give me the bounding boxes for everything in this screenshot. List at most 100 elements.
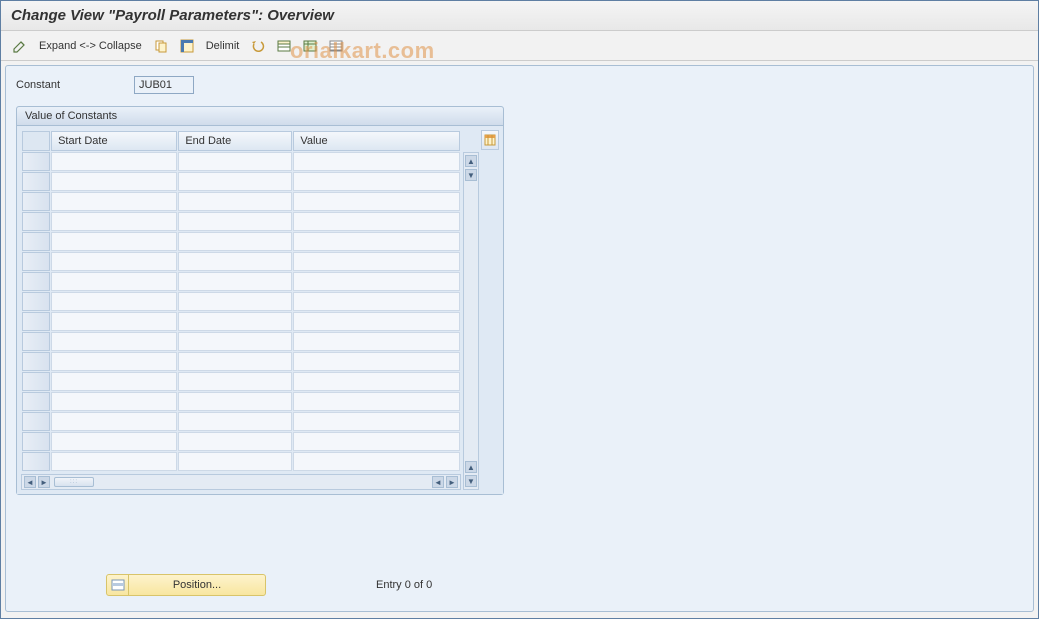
table-row bbox=[22, 272, 460, 291]
scroll-thumb[interactable]: ::: bbox=[54, 477, 94, 487]
table-row bbox=[22, 412, 460, 431]
toggle-button[interactable] bbox=[9, 36, 31, 56]
cell[interactable] bbox=[51, 352, 177, 371]
cell[interactable] bbox=[293, 292, 460, 311]
cell[interactable] bbox=[178, 232, 292, 251]
scroll-up-inner-icon[interactable]: ▲ bbox=[465, 461, 477, 473]
cell[interactable] bbox=[51, 452, 177, 471]
row-selector[interactable] bbox=[22, 392, 50, 411]
scroll-down-inner-icon[interactable]: ▼ bbox=[465, 169, 477, 181]
cell[interactable] bbox=[293, 392, 460, 411]
row-selector[interactable] bbox=[22, 292, 50, 311]
cell[interactable] bbox=[51, 332, 177, 351]
table-row bbox=[22, 392, 460, 411]
table-row bbox=[22, 452, 460, 471]
cell[interactable] bbox=[51, 272, 177, 291]
row-selector[interactable] bbox=[22, 332, 50, 351]
cell[interactable] bbox=[51, 252, 177, 271]
constants-table: Start Date End Date Value bbox=[21, 130, 461, 472]
cell[interactable] bbox=[51, 392, 177, 411]
table-view2-button[interactable] bbox=[299, 36, 321, 56]
page-title: Change View "Payroll Parameters": Overvi… bbox=[1, 1, 1038, 31]
table-view3-button[interactable] bbox=[325, 36, 347, 56]
scroll-right-inner-icon[interactable]: ► bbox=[38, 476, 50, 488]
table-row bbox=[22, 432, 460, 451]
cell[interactable] bbox=[51, 412, 177, 431]
cell[interactable] bbox=[293, 152, 460, 171]
cell[interactable] bbox=[293, 372, 460, 391]
cell[interactable] bbox=[293, 192, 460, 211]
row-selector[interactable] bbox=[22, 252, 50, 271]
cell[interactable] bbox=[51, 152, 177, 171]
cell[interactable] bbox=[51, 292, 177, 311]
table-view1-button[interactable] bbox=[273, 36, 295, 56]
col-end-date[interactable]: End Date bbox=[178, 131, 292, 151]
cell[interactable] bbox=[178, 312, 292, 331]
cell[interactable] bbox=[293, 352, 460, 371]
cell[interactable] bbox=[178, 152, 292, 171]
cell[interactable] bbox=[293, 252, 460, 271]
horizontal-scrollbar[interactable]: ◄ ► ::: ◄ ► bbox=[21, 474, 461, 490]
col-start-date[interactable]: Start Date bbox=[51, 131, 177, 151]
cell[interactable] bbox=[178, 212, 292, 231]
constant-input[interactable] bbox=[134, 76, 194, 94]
undo-button[interactable] bbox=[247, 36, 269, 56]
constant-label: Constant bbox=[16, 79, 126, 91]
row-selector[interactable] bbox=[22, 412, 50, 431]
row-selector[interactable] bbox=[22, 192, 50, 211]
scroll-up-icon[interactable]: ▲ bbox=[465, 155, 477, 167]
cell[interactable] bbox=[178, 352, 292, 371]
position-button[interactable]: Position... bbox=[106, 574, 266, 596]
cell[interactable] bbox=[293, 452, 460, 471]
scroll-left-inner-icon[interactable]: ◄ bbox=[432, 476, 444, 488]
cell[interactable] bbox=[51, 212, 177, 231]
copy-icon bbox=[153, 38, 169, 54]
cell[interactable] bbox=[293, 232, 460, 251]
cell[interactable] bbox=[51, 232, 177, 251]
cell[interactable] bbox=[51, 192, 177, 211]
cell[interactable] bbox=[293, 412, 460, 431]
cell[interactable] bbox=[293, 272, 460, 291]
cell[interactable] bbox=[293, 332, 460, 351]
select-all-button[interactable] bbox=[176, 36, 198, 56]
table-corner[interactable] bbox=[22, 131, 50, 151]
scroll-right-icon[interactable]: ► bbox=[446, 476, 458, 488]
row-selector[interactable] bbox=[22, 452, 50, 471]
main-content: Constant Value of Constants bbox=[5, 65, 1034, 612]
cell[interactable] bbox=[293, 432, 460, 451]
cell[interactable] bbox=[178, 392, 292, 411]
cell[interactable] bbox=[178, 172, 292, 191]
cell[interactable] bbox=[178, 292, 292, 311]
row-selector[interactable] bbox=[22, 212, 50, 231]
cell[interactable] bbox=[178, 452, 292, 471]
vertical-scrollbar[interactable]: ▲ ▼ ▲ ▼ bbox=[463, 152, 479, 490]
row-selector[interactable] bbox=[22, 432, 50, 451]
cell[interactable] bbox=[178, 432, 292, 451]
row-selector[interactable] bbox=[22, 352, 50, 371]
cell[interactable] bbox=[178, 252, 292, 271]
cell[interactable] bbox=[178, 372, 292, 391]
cell[interactable] bbox=[51, 312, 177, 331]
row-selector[interactable] bbox=[22, 372, 50, 391]
row-selector[interactable] bbox=[22, 272, 50, 291]
scroll-left-icon[interactable]: ◄ bbox=[24, 476, 36, 488]
cell[interactable] bbox=[178, 332, 292, 351]
table-select-icon bbox=[179, 38, 195, 54]
col-value[interactable]: Value bbox=[293, 131, 460, 151]
row-selector[interactable] bbox=[22, 152, 50, 171]
scroll-down-icon[interactable]: ▼ bbox=[465, 475, 477, 487]
row-selector[interactable] bbox=[22, 232, 50, 251]
cell[interactable] bbox=[293, 312, 460, 331]
cell[interactable] bbox=[178, 272, 292, 291]
cell[interactable] bbox=[178, 412, 292, 431]
cell[interactable] bbox=[293, 212, 460, 231]
copy-button[interactable] bbox=[150, 36, 172, 56]
cell[interactable] bbox=[51, 372, 177, 391]
row-selector[interactable] bbox=[22, 172, 50, 191]
position-label: Position... bbox=[129, 579, 265, 591]
row-selector[interactable] bbox=[22, 312, 50, 331]
cell[interactable] bbox=[51, 172, 177, 191]
cell[interactable] bbox=[293, 172, 460, 191]
cell[interactable] bbox=[51, 432, 177, 451]
cell[interactable] bbox=[178, 192, 292, 211]
